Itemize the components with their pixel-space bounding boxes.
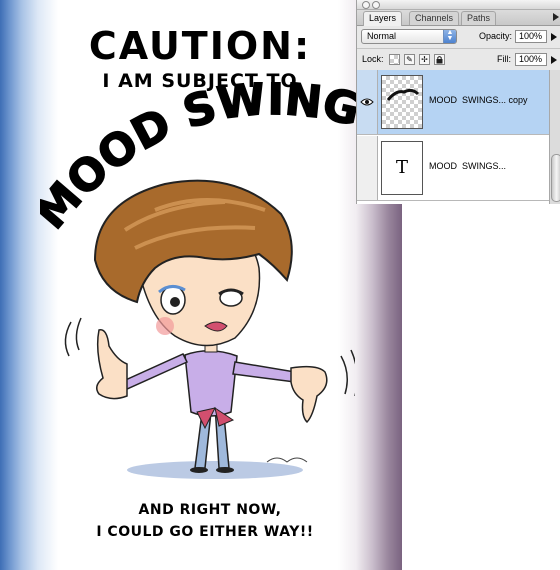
layer-thumbnail [381,75,423,129]
layer-row-mood-swings-copy[interactable]: MOOD SWINGS... copy [357,70,549,135]
type-layer-icon: T [381,141,423,195]
cartoon-woman-illustration [64,179,355,479]
tab-layers[interactable]: Layers [363,11,403,26]
lock-all-icon[interactable] [434,54,445,65]
poster-bottom-line-2: I COULD GO EITHER WAY!! [96,524,314,540]
layer-name[interactable]: MOOD SWINGS... copy [429,95,528,105]
layer-list: MOOD SWINGS... copy T MOOD SWINGS... [357,70,549,204]
panel-tabs: Layers Channels Paths [357,10,560,26]
fill-slider-arrow-icon[interactable] [551,56,557,64]
fill-field[interactable]: 100% [515,53,547,66]
poster-canvas: CAUTION: I AM SUBJECT TO MOOD SWINGS... [0,0,402,570]
lock-position-icon[interactable]: ✢ [419,54,430,65]
lock-row: Lock: ✎ ✢ Fill: 100% [357,49,560,72]
blend-mode-value: Normal [367,31,397,41]
blend-mode-select[interactable]: Normal ▲ ▼ [361,29,457,44]
panel-menu-arrow-icon[interactable] [553,13,559,21]
close-button[interactable] [362,1,370,9]
blend-row: Normal ▲ ▼ Opacity: 100% [357,26,560,49]
opacity-slider-arrow-icon[interactable] [551,33,557,41]
poster-title: CAUTION: [88,24,312,68]
fill-label: Fill: [497,54,511,64]
tab-channels[interactable]: Channels [409,11,460,25]
layer-name[interactable]: MOOD SWINGS... [429,161,506,171]
scrollbar-thumb[interactable] [551,154,560,202]
layers-scrollbar[interactable] [549,70,560,204]
poster-bottom-line-1: AND RIGHT NOW, [138,502,282,518]
lock-image-pixels-icon[interactable]: ✎ [404,54,415,65]
layer-row-mood-swings-text[interactable]: T MOOD SWINGS... [357,136,549,201]
eye-icon [360,98,374,106]
opacity-field[interactable]: 100% [515,30,547,43]
layer-visibility-toggle[interactable] [357,70,378,134]
layer-visibility-toggle[interactable] [357,136,378,200]
layers-panel: Layers Channels Paths Normal ▲ ▼ Opacity:… [356,0,560,204]
opacity-label: Opacity: [479,31,513,41]
minimize-button[interactable] [372,1,380,9]
tab-paths[interactable]: Paths [461,11,497,25]
panel-titlebar[interactable] [357,0,560,10]
lock-label: Lock: [362,54,384,64]
select-arrows-icon: ▲ ▼ [443,29,456,43]
lock-transparent-pixels-icon[interactable] [389,54,400,65]
